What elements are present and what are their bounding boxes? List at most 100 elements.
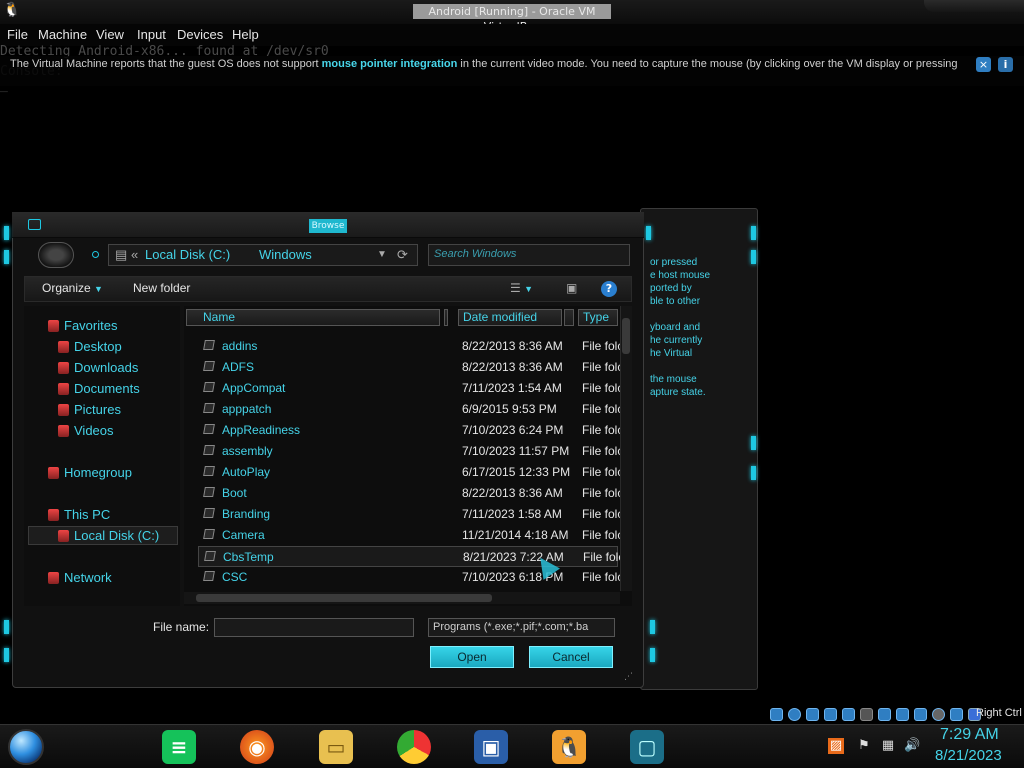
file-type: File folc	[582, 423, 624, 437]
breadcrumb-local-disk[interactable]: Local Disk (C:)	[145, 247, 230, 262]
view-options-icon[interactable]: ☰ ▼	[510, 281, 533, 295]
table-row[interactable]: apppatch 6/9/2015 9:53 PM File folc	[198, 399, 623, 420]
nav-local-disk[interactable]: Local Disk (C:)	[74, 528, 159, 543]
nav-pictures[interactable]: Pictures	[74, 402, 121, 417]
clock-time[interactable]: 7:29 AM	[940, 726, 999, 744]
file-date: 6/17/2015 12:33 PM	[462, 465, 571, 479]
background-dialog-line: the mouse	[650, 374, 697, 385]
nav-desktop[interactable]: Desktop	[74, 339, 122, 354]
menu-view[interactable]: View	[96, 27, 124, 42]
hdd-icon[interactable]	[770, 708, 783, 721]
table-row[interactable]: Boot 8/22/2013 8:36 AM File folc	[198, 483, 623, 504]
column-type[interactable]: Type	[578, 309, 618, 326]
browse-dialog-task-icon[interactable]: ▢	[630, 730, 664, 764]
menu-input[interactable]: Input	[137, 27, 166, 42]
file-name: AutoPlay	[222, 465, 271, 479]
close-icon[interactable]: ×	[976, 57, 991, 72]
optical-drive-icon[interactable]	[788, 708, 801, 721]
virtualbox-icon[interactable]: ▣	[474, 730, 508, 764]
file-name-input[interactable]	[214, 618, 414, 637]
table-row[interactable]: AppReadiness 7/10/2023 6:24 PM File folc	[198, 420, 623, 441]
cancel-button[interactable]: Cancel	[529, 646, 613, 668]
chevron-down-icon[interactable]: ▼	[377, 249, 387, 260]
forward-button[interactable]	[92, 251, 99, 258]
file-name: ADFS	[222, 360, 255, 374]
frame-accent	[4, 226, 9, 240]
nav-downloads[interactable]: Downloads	[74, 360, 138, 375]
recording-icon[interactable]	[896, 708, 909, 721]
android-vm-icon[interactable]: 🐧	[552, 730, 586, 764]
resize-grip-icon[interactable]: ⋰	[624, 672, 634, 682]
file-type: File folc	[582, 507, 624, 521]
open-button[interactable]: Open	[430, 646, 514, 668]
table-row[interactable]: Branding 7/11/2023 1:58 AM File folc	[198, 504, 623, 525]
vertical-scroll-thumb[interactable]	[622, 318, 630, 354]
frame-accent	[650, 648, 655, 662]
tray-app-icon[interactable]: ▨	[828, 738, 844, 754]
address-bar[interactable]: ▤ « Local Disk (C:) Windows ▼ ⟳	[108, 244, 418, 266]
nav-videos[interactable]: Videos	[74, 423, 114, 438]
nav-homegroup[interactable]: Homegroup	[64, 465, 132, 480]
column-date-modified[interactable]: Date modified	[458, 309, 562, 326]
nav-this-pc[interactable]: This PC	[64, 507, 110, 522]
clock-date[interactable]: 8/21/2023	[935, 747, 1002, 764]
desktop-icon	[58, 341, 69, 353]
table-row[interactable]: Camera 11/21/2014 4:18 AM File folc	[198, 525, 623, 546]
table-row[interactable]: assembly 7/10/2023 11:57 PM File folc	[198, 441, 623, 462]
menu-help[interactable]: Help	[232, 27, 259, 42]
videos-icon	[58, 425, 69, 437]
chevron-down-icon: ▼	[94, 284, 103, 294]
mouse-integration-icon[interactable]	[932, 708, 945, 721]
file-date: 7/11/2023 1:54 AM	[462, 381, 562, 395]
firefox-icon[interactable]: ◉	[240, 730, 274, 764]
new-folder-button[interactable]: New folder	[133, 281, 190, 295]
table-row[interactable]: addins 8/22/2013 8:36 AM File folc	[198, 336, 623, 357]
network-adapter-icon[interactable]	[824, 708, 837, 721]
window-controls[interactable]	[924, 0, 1024, 12]
breadcrumb-windows[interactable]: Windows	[259, 247, 312, 262]
volume-icon[interactable]: 🔊	[904, 738, 920, 754]
refresh-icon[interactable]: ⟳	[397, 247, 408, 263]
documents-icon	[58, 383, 69, 395]
back-button[interactable]	[38, 242, 74, 268]
info-icon[interactable]: i	[998, 57, 1013, 72]
frame-accent	[751, 466, 756, 480]
organize-button[interactable]: Organize ▼	[42, 281, 103, 295]
chrome-icon[interactable]	[397, 730, 431, 764]
horizontal-scroll-thumb[interactable]	[196, 594, 492, 602]
flag-icon[interactable]: ⚑	[856, 738, 872, 754]
menu-machine[interactable]: Machine	[38, 27, 87, 42]
column-divider	[444, 309, 448, 326]
preview-pane-icon[interactable]: ▣	[566, 281, 577, 295]
network-tray-icon[interactable]: ▦	[880, 738, 896, 754]
capture-keyboard-icon[interactable]	[950, 708, 963, 721]
usb-icon[interactable]	[842, 708, 855, 721]
display-icon[interactable]	[878, 708, 891, 721]
help-icon[interactable]: ?	[601, 281, 617, 297]
notes-app-icon[interactable]: ≡	[162, 730, 196, 764]
file-type-select[interactable]: Programs (*.exe;*.pif;*.com;*.ba	[428, 618, 615, 637]
frame-accent	[4, 620, 9, 634]
column-name[interactable]: Name	[186, 309, 440, 326]
menu-bar: File Machine View Input Devices Help	[0, 24, 1024, 46]
file-date: 11/21/2014 4:18 AM	[462, 528, 569, 542]
nav-favorites[interactable]: Favorites	[64, 318, 117, 333]
cpu-icon[interactable]	[914, 708, 927, 721]
folder-icon: ▤	[115, 247, 128, 262]
table-row[interactable]: AutoPlay 6/17/2015 12:33 PM File folc	[198, 462, 623, 483]
shared-folders-icon[interactable]	[860, 708, 873, 721]
menu-devices[interactable]: Devices	[177, 27, 223, 42]
audio-icon[interactable]	[806, 708, 819, 721]
star-icon	[48, 320, 59, 332]
start-button[interactable]	[8, 729, 44, 765]
menu-file[interactable]: File	[7, 27, 28, 42]
vm-window: 🐧 Android [Running] - Oracle VM VirtualB…	[0, 0, 1024, 768]
homegroup-icon	[48, 467, 59, 479]
file-explorer-icon[interactable]: ▭	[319, 730, 353, 764]
table-row[interactable]: ADFS 8/22/2013 8:36 AM File folc	[198, 357, 623, 378]
file-type: File folc	[583, 550, 625, 564]
background-dialog-line: he Virtual	[650, 348, 693, 359]
nav-network[interactable]: Network	[64, 570, 112, 585]
table-row[interactable]: AppCompat 7/11/2023 1:54 AM File folc	[198, 378, 623, 399]
nav-documents[interactable]: Documents	[74, 381, 140, 396]
